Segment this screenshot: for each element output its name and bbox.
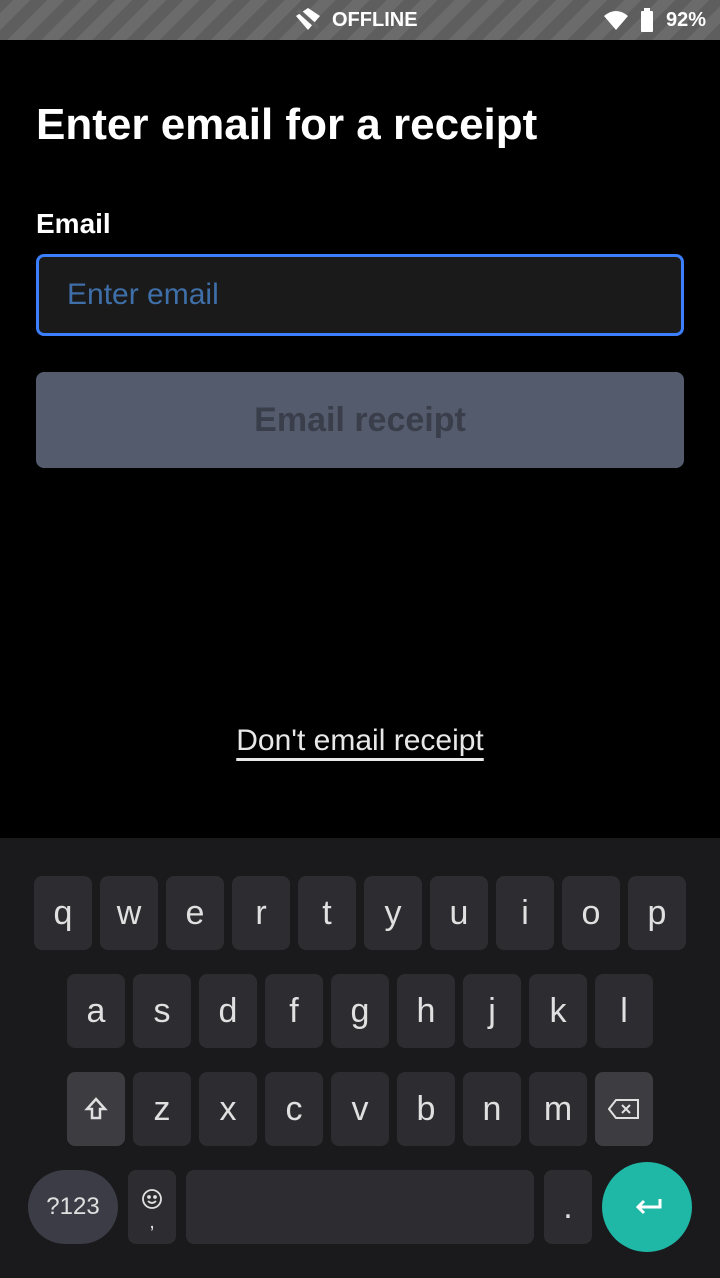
key-q[interactable]: q [34,876,92,950]
key-x[interactable]: x [199,1072,257,1146]
key-e[interactable]: e [166,876,224,950]
key-h[interactable]: h [397,974,455,1048]
email-receipt-button[interactable]: Email receipt [36,372,684,468]
battery-percent: 92% [666,9,706,32]
key-k[interactable]: k [529,974,587,1048]
key-r[interactable]: r [232,876,290,950]
key-n[interactable]: n [463,1072,521,1146]
key-v[interactable]: v [331,1072,389,1146]
offline-label: OFFLINE [332,9,418,32]
key-p[interactable]: p [628,876,686,950]
keyboard: q w e r t y u i o p a s d f g h j k l z … [0,838,720,1278]
key-period[interactable]: . [544,1170,592,1244]
key-f[interactable]: f [265,974,323,1048]
keyboard-row-3: z x c v b n m [28,1072,692,1146]
key-shift[interactable] [67,1072,125,1146]
key-c[interactable]: c [265,1072,323,1146]
keyboard-row-4: ?123 , . [28,1170,692,1252]
keyboard-row-2: a s d f g h j k l [28,974,692,1048]
key-emoji[interactable]: , [128,1170,176,1244]
key-l[interactable]: l [595,974,653,1048]
wifi-off-icon [294,8,322,32]
key-enter[interactable] [602,1162,692,1252]
dont-email-receipt-link[interactable]: Don't email receipt [236,724,484,758]
email-label: Email [36,208,684,240]
key-numbers[interactable]: ?123 [28,1170,118,1244]
key-w[interactable]: w [100,876,158,950]
key-a[interactable]: a [67,974,125,1048]
key-u[interactable]: u [430,876,488,950]
status-bar: OFFLINE 92% [0,0,720,40]
key-i[interactable]: i [496,876,554,950]
wifi-icon [604,10,628,30]
key-space[interactable] [186,1170,534,1244]
key-g[interactable]: g [331,974,389,1048]
key-backspace[interactable] [595,1072,653,1146]
key-j[interactable]: j [463,974,521,1048]
keyboard-row-1: q w e r t y u i o p [28,876,692,950]
comma-label: , [149,1212,155,1232]
key-o[interactable]: o [562,876,620,950]
email-field[interactable] [36,254,684,336]
key-t[interactable]: t [298,876,356,950]
key-y[interactable]: y [364,876,422,950]
key-b[interactable]: b [397,1072,455,1146]
main-content: Enter email for a receipt Email Email re… [0,40,720,468]
key-z[interactable]: z [133,1072,191,1146]
key-d[interactable]: d [199,974,257,1048]
key-m[interactable]: m [529,1072,587,1146]
page-title: Enter email for a receipt [36,100,684,150]
key-s[interactable]: s [133,974,191,1048]
battery-icon [640,8,654,32]
